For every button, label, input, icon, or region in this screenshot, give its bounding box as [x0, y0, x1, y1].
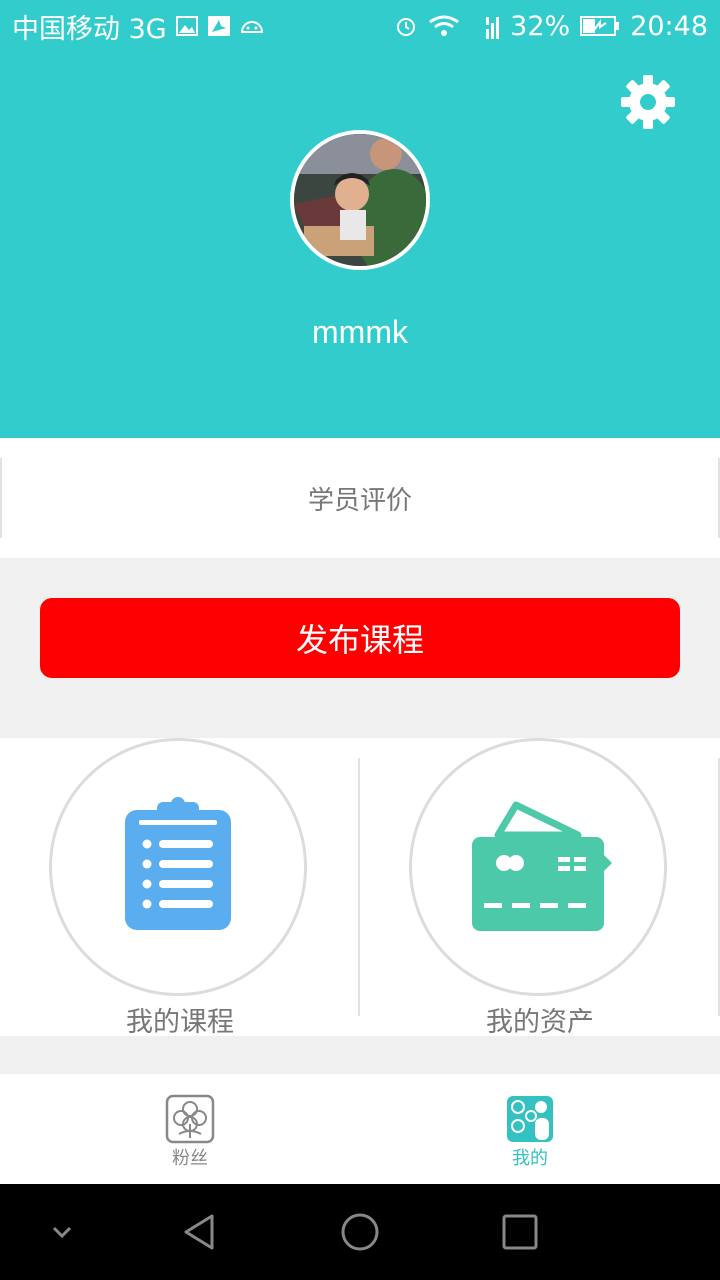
home-circle-icon[interactable] — [340, 1212, 380, 1252]
my-assets-item[interactable]: 我的资产 — [360, 738, 720, 1038]
my-courses-item[interactable]: 我的课程 — [0, 738, 360, 1038]
chevron-down-icon[interactable] — [42, 1212, 82, 1252]
tab-mine-label: 我的 — [512, 1148, 548, 1169]
gear-icon[interactable] — [620, 74, 676, 130]
tab-fans[interactable]: 粉丝 — [10, 1074, 370, 1184]
android-icon — [239, 16, 265, 36]
publish-course-button[interactable]: 发布课程 — [40, 598, 680, 678]
status-bar: 中国移动 3G 32% 20:48 — [0, 0, 720, 52]
wallet-card-icon — [470, 799, 620, 939]
system-nav-bar — [0, 1184, 720, 1280]
my-assets-circle — [409, 738, 667, 996]
username: mmmk — [312, 314, 408, 350]
alarm-icon — [394, 14, 418, 38]
battery-icon — [580, 14, 620, 38]
carrier-text: 中国移动 3G — [12, 13, 167, 45]
avatar[interactable] — [290, 130, 430, 270]
profile-header: mmmk — [0, 52, 720, 438]
left-divider — [0, 458, 2, 538]
battery-percent: 32% — [510, 10, 571, 42]
recents-square-icon[interactable] — [500, 1212, 540, 1252]
feature-grid: 我的课程 我的资产 — [0, 738, 720, 1038]
bottom-tab-bar: 粉丝 我的 — [0, 1074, 720, 1184]
clock: 20:48 — [630, 10, 708, 42]
student-reviews-label: 学员评价 — [307, 485, 412, 516]
publish-section: 发布课程 — [0, 558, 720, 738]
my-courses-label: 我的课程 — [126, 1007, 234, 1038]
back-triangle-icon[interactable] — [180, 1212, 220, 1252]
profile-gears-icon — [505, 1094, 555, 1144]
tab-mine[interactable]: 我的 — [350, 1074, 710, 1184]
my-assets-label: 我的资产 — [486, 1007, 594, 1038]
tab-fans-label: 粉丝 — [172, 1148, 208, 1169]
clover-icon — [165, 1094, 215, 1144]
signal-3g-icon — [470, 9, 500, 43]
my-courses-circle — [49, 738, 307, 996]
wifi-icon — [428, 14, 460, 38]
image-notification-icon — [175, 14, 199, 38]
clipboard-icon — [121, 796, 235, 938]
app-notification-icon — [207, 14, 231, 38]
student-reviews-row[interactable]: 学员评价 — [0, 438, 720, 558]
